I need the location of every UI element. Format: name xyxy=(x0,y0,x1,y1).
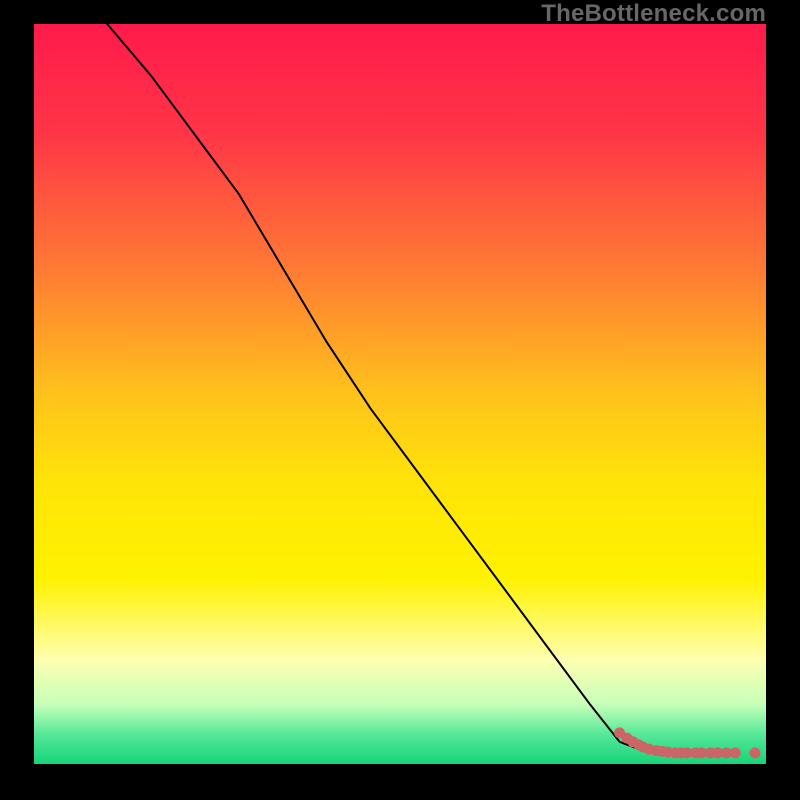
data-point xyxy=(730,747,741,758)
chart-frame xyxy=(34,24,766,764)
data-point xyxy=(750,747,761,758)
gradient-background xyxy=(34,24,766,764)
chart-svg xyxy=(34,24,766,764)
